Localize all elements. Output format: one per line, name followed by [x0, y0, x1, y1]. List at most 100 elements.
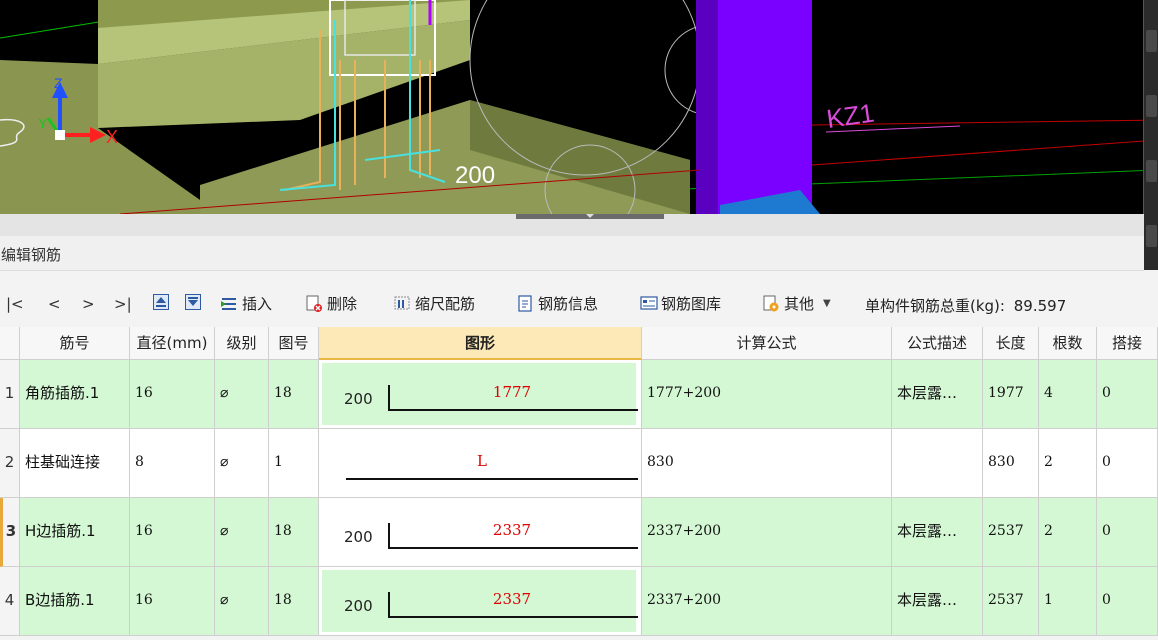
chevron-down-icon: ▼ [823, 298, 831, 309]
header-formula-desc[interactable]: 公式描述 [892, 327, 983, 360]
tool-button-1[interactable] [1146, 30, 1157, 52]
formula-desc-cell[interactable] [892, 429, 983, 498]
formula-cell[interactable]: 2337+200 [642, 498, 892, 567]
panel-splitter[interactable] [0, 214, 1144, 237]
other-label: 其他 [784, 295, 815, 313]
length-cell[interactable]: 830 [983, 429, 1039, 498]
formula-desc-cell[interactable]: 本层露… [892, 360, 983, 429]
length-cell[interactable]: 2537 [983, 498, 1039, 567]
formula-desc-cell[interactable]: 本层露… [892, 567, 983, 636]
header-length[interactable]: 长度 [983, 327, 1039, 360]
header-grade[interactable]: 级别 [215, 327, 269, 360]
rebar-library-button[interactable]: 钢筋图库 [640, 293, 721, 314]
count-cell[interactable]: 4 [1039, 360, 1097, 429]
shape-cell[interactable]: 200 1777 [319, 360, 642, 429]
tool-button-4[interactable] [1146, 225, 1157, 247]
move-up-icon[interactable] [153, 294, 169, 310]
header-count[interactable]: 根数 [1039, 327, 1097, 360]
3d-scene: 200 KZ1 X Y Z [0, 0, 1158, 214]
right-toolstrip [1143, 0, 1158, 270]
count-cell[interactable]: 1 [1039, 567, 1097, 636]
table-row[interactable]: 1 角筋插筋.1 16 ⌀ 18 200 1777 1777+200 本层露… … [0, 360, 1158, 429]
diameter-cell[interactable]: 8 [130, 429, 215, 498]
shape-main-line [388, 409, 638, 411]
figure-no-cell[interactable]: 18 [269, 567, 319, 636]
diameter-cell[interactable]: 16 [130, 498, 215, 567]
move-down-icon[interactable] [185, 294, 201, 310]
shape-cell[interactable]: 200 2337 [319, 567, 642, 636]
shape-cell[interactable]: L [319, 429, 642, 498]
bar-no-cell[interactable]: B边插筋.1 [20, 567, 130, 636]
formula-cell[interactable]: 830 [642, 429, 892, 498]
nav-last-button[interactable]: >| [114, 295, 132, 313]
nav-first-button[interactable]: |< [6, 295, 24, 313]
shape-drawing: 200 2337 [322, 501, 638, 563]
rebar-info-label: 钢筋信息 [538, 295, 599, 313]
figure-no-cell[interactable]: 18 [269, 360, 319, 429]
header-diameter[interactable]: 直径(mm) [130, 327, 215, 360]
bar-no-cell[interactable]: H边插筋.1 [20, 498, 130, 567]
insert-button[interactable]: 插入 [221, 293, 272, 314]
shape-main-length: L [477, 452, 487, 470]
tool-button-3[interactable] [1146, 160, 1157, 182]
header-shape[interactable]: 图形 [319, 327, 642, 360]
tool-button-2[interactable] [1146, 95, 1157, 117]
axis-x-label: X [106, 127, 118, 147]
other-dropdown-button[interactable]: 其他 ▼ [763, 293, 831, 314]
grade-cell[interactable]: ⌀ [215, 567, 269, 636]
shape-cell[interactable]: 200 2337 [319, 498, 642, 567]
delete-icon [306, 295, 322, 312]
length-cell[interactable]: 1977 [983, 360, 1039, 429]
3d-viewport[interactable]: 200 KZ1 X Y Z [0, 0, 1158, 214]
formula-desc-cell[interactable]: 本层露… [892, 498, 983, 567]
grade-cell[interactable]: ⌀ [215, 360, 269, 429]
rebar-library-label: 钢筋图库 [661, 295, 722, 313]
figure-no-cell[interactable]: 18 [269, 498, 319, 567]
row-number: 4 [0, 567, 20, 636]
rebar-info-button[interactable]: 钢筋信息 [517, 293, 598, 314]
diameter-cell[interactable]: 16 [130, 360, 215, 429]
count-cell[interactable]: 2 [1039, 429, 1097, 498]
shape-hook-length: 200 [344, 390, 373, 408]
shape-hook-line [388, 592, 390, 618]
lap-cell[interactable]: 0 [1097, 360, 1158, 429]
column-label: KZ1 [825, 98, 876, 134]
figure-no-cell[interactable]: 1 [269, 429, 319, 498]
header-formula[interactable]: 计算公式 [642, 327, 892, 360]
lap-cell[interactable]: 0 [1097, 498, 1158, 567]
bar-no-cell[interactable]: 角筋插筋.1 [20, 360, 130, 429]
table-row[interactable]: 4 B边插筋.1 16 ⌀ 18 200 2337 2337+200 本层露… … [0, 567, 1158, 636]
header-figure-no[interactable]: 图号 [269, 327, 319, 360]
delete-button[interactable]: 删除 [306, 293, 357, 314]
rebar-toolbar: |< < > >| 插入 删除 缩尺配筋 钢筋信息 钢筋图库 其他 ▼ 单构件钢… [0, 283, 1158, 327]
nav-prev-button[interactable]: < [48, 295, 61, 313]
grade-cell[interactable]: ⌀ [215, 429, 269, 498]
lap-cell[interactable]: 0 [1097, 567, 1158, 636]
header-bar-no[interactable]: 筋号 [20, 327, 130, 360]
formula-cell[interactable]: 2337+200 [642, 567, 892, 636]
header-lap[interactable]: 搭接 [1097, 327, 1158, 360]
header-row-number [0, 327, 20, 360]
grade-cell[interactable]: ⌀ [215, 498, 269, 567]
splitter-grip[interactable] [516, 214, 664, 219]
nav-next-button[interactable]: > [82, 295, 95, 313]
scale-rebar-button[interactable]: 缩尺配筋 [394, 293, 475, 314]
shape-hook-length: 200 [344, 528, 373, 546]
axis-y-label: Y [38, 115, 48, 131]
table-row[interactable] [0, 636, 1158, 640]
total-weight-label: 单构件钢筋总重(kg): [865, 297, 1005, 315]
total-weight-value: 89.597 [1013, 297, 1067, 315]
table-row[interactable]: 3 H边插筋.1 16 ⌀ 18 200 2337 2337+200 本层露… … [0, 498, 1158, 567]
bar-no-cell[interactable]: 柱基础连接 [20, 429, 130, 498]
lap-cell[interactable]: 0 [1097, 429, 1158, 498]
count-cell[interactable]: 2 [1039, 498, 1097, 567]
table-row[interactable]: 2 柱基础连接 8 ⌀ 1 L 830 830 2 0 [0, 429, 1158, 498]
formula-cell[interactable]: 1777+200 [642, 360, 892, 429]
shape-main-line [388, 616, 638, 618]
total-weight: 单构件钢筋总重(kg): 89.597 [865, 295, 1066, 316]
ruler-icon [394, 295, 410, 312]
insert-icon [221, 295, 237, 312]
shape-main-length: 1777 [492, 383, 532, 401]
length-cell[interactable]: 2537 [983, 567, 1039, 636]
diameter-cell[interactable]: 16 [130, 567, 215, 636]
